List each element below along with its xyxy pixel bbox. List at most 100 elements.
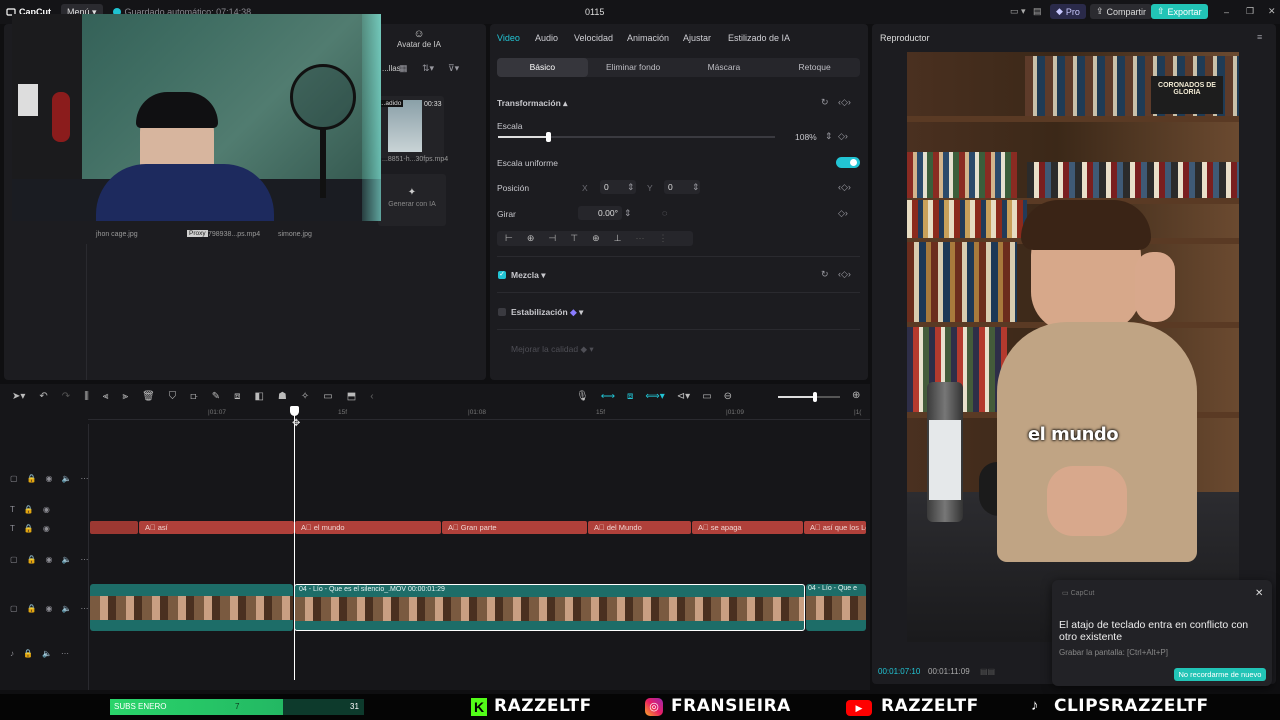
stepper-icon[interactable]: ⇕ (825, 132, 833, 141)
speaker-icon[interactable]: 🔈 (62, 474, 72, 483)
select-tool-icon[interactable]: ➤▾ (12, 391, 25, 402)
stepper-icon[interactable]: ⇕ (627, 183, 635, 192)
redo-icon[interactable]: ↷ (62, 391, 70, 402)
speaker-icon[interactable]: 🔈 (42, 649, 52, 658)
pro-button[interactable]: ◆ Pro (1050, 4, 1086, 19)
timecode-format-icon[interactable]: ▤▤ (980, 667, 995, 676)
zoom-slider-thumb[interactable] (813, 392, 817, 402)
sort-icon[interactable]: ⇅▾ (422, 64, 434, 73)
lock-icon[interactable]: 🔒 (27, 604, 37, 613)
tab-speed[interactable]: Velocidad (574, 33, 613, 43)
link-icon[interactable]: ⟷ (601, 391, 615, 402)
preview-axis-icon[interactable]: ⊲▾ (677, 391, 690, 402)
subtab-basic[interactable]: Básico (497, 58, 588, 77)
subtab-remove-bg[interactable]: Eliminar fondo (588, 58, 679, 77)
more-icon[interactable]: ⋯ (80, 604, 88, 613)
tab-video[interactable]: Video (497, 33, 520, 43)
tab-ai-avatar[interactable]: ☺ Avatar de IA (397, 28, 441, 49)
split-icon[interactable]: ⫼ (84, 391, 89, 402)
caption-clip-prev[interactable] (90, 521, 138, 534)
lock-icon[interactable]: 🔒 (27, 474, 37, 483)
share-button[interactable]: ⇪ Compartir (1090, 4, 1153, 19)
shortcuts-icon[interactable]: ▤ (1027, 4, 1048, 19)
time-ruler[interactable]: |01:07 15f |01:08 15f |01:09 |1( (88, 408, 870, 420)
split-right-icon[interactable]: ⫸ (122, 391, 128, 402)
stepper-icon[interactable]: ⇕ (692, 183, 700, 192)
zoom-out-icon[interactable]: ⊖ (724, 391, 732, 402)
freeze-icon[interactable]: ⧈ (234, 391, 240, 402)
eye-icon[interactable]: ◉ (43, 505, 50, 514)
speaker-icon[interactable]: 🔈 (62, 604, 72, 613)
microphone-icon[interactable]: 🎙 (576, 391, 589, 402)
scale-slider-track[interactable] (498, 132, 775, 142)
player-preview[interactable]: CORONADOS DE GLORIA el mundo (907, 52, 1239, 642)
rotate-input[interactable]: 0.00° (578, 206, 622, 220)
delete-icon[interactable]: 🗑 (142, 391, 155, 402)
menu-icon[interactable]: ≡ (1257, 33, 1262, 42)
snap-icon[interactable]: ⟺▾ (645, 391, 664, 402)
media-tab-caption[interactable]: ...llas (382, 64, 401, 73)
caption-clip[interactable]: A⃞ el mundo (295, 521, 441, 534)
tab-animation[interactable]: Animación (627, 33, 669, 43)
lock-icon[interactable]: 🔒 (24, 524, 34, 533)
align-right-icon[interactable]: ⊣ (548, 233, 556, 244)
zoom-in-icon[interactable]: ⊕ (852, 390, 860, 401)
tab-ai-style[interactable]: Estilizado de IA (728, 33, 790, 43)
eye-icon[interactable]: ◉ (46, 555, 53, 564)
playhead[interactable] (294, 408, 295, 680)
distribute-h-icon[interactable]: ⋯ (635, 233, 644, 244)
marker-icon[interactable]: ⛉ (169, 391, 177, 402)
filter-icon[interactable]: ⊽▾ (448, 64, 459, 73)
blend-section-title[interactable]: Mezcla ▾ (511, 270, 546, 281)
tab-audio[interactable]: Audio (535, 33, 558, 43)
toast-close-icon[interactable]: ✕ (1255, 588, 1263, 599)
keyframe-icon[interactable]: ‹◇› (838, 98, 851, 107)
remove-bg-icon[interactable]: ☗ (278, 391, 287, 402)
more-icon[interactable]: ⋯ (80, 555, 88, 564)
enhance-quality-label[interactable]: Mejorar la calidad ◆ ▾ (511, 344, 594, 355)
maximize-icon[interactable]: ❐ (1240, 4, 1260, 19)
eye-icon[interactable]: ◉ (46, 604, 53, 613)
caption-clip[interactable]: A⃞ así (139, 521, 294, 534)
collapse-toolbar-icon[interactable]: ‹ (370, 391, 373, 402)
close-window-icon[interactable]: ✕ (1262, 4, 1280, 19)
lock-icon[interactable]: 🔒 (27, 555, 37, 564)
speaker-icon[interactable]: 🔈 (62, 555, 72, 564)
keyframe-icon[interactable]: ◇› (838, 209, 848, 218)
magnet-icon[interactable]: ⧈ (627, 391, 633, 402)
eye-icon[interactable]: ◉ (43, 524, 50, 533)
video-clip-selected[interactable]: 04 - Lío - Que es el silencio_.MOV 00:00… (294, 584, 805, 631)
zoom-slider[interactable] (778, 392, 840, 402)
media-item[interactable]: ...adido 00:33 (378, 96, 444, 158)
blend-checkbox[interactable]: ✓ (498, 271, 506, 279)
video-clip-next[interactable]: 04 - Lío - Que e (806, 584, 866, 631)
lock-icon[interactable]: 🔒 (24, 505, 34, 514)
reset-icon[interactable]: ↻ (821, 270, 829, 279)
distribute-v-icon[interactable]: ⋮ (658, 233, 667, 244)
align-center-v-icon[interactable]: ⊕ (592, 233, 600, 244)
minimize-icon[interactable]: – (1218, 4, 1235, 19)
split-left-icon[interactable]: ⫷ (103, 391, 109, 402)
scale-slider-thumb[interactable] (545, 132, 551, 142)
lock-icon[interactable]: 🔒 (23, 649, 33, 658)
reset-icon[interactable]: ↻ (821, 98, 829, 107)
draw-icon[interactable]: ✎ (212, 391, 220, 402)
caption-icon[interactable]: ▭ (323, 391, 332, 402)
transform-section-title[interactable]: Transformación ▴ (497, 98, 567, 109)
subtab-mask[interactable]: Máscara (679, 58, 770, 77)
stepper-icon[interactable]: ⇕ (624, 209, 632, 218)
export-frame-icon[interactable]: ⬒ (347, 391, 356, 402)
caption-clip[interactable]: A⃞ así que los Lec (804, 521, 866, 534)
align-center-h-icon[interactable]: ⊕ (527, 233, 535, 244)
subtab-retouch[interactable]: Retoque (769, 58, 860, 77)
dont-remind-button[interactable]: No recordarme de nuevo (1174, 668, 1266, 681)
tab-adjust[interactable]: Ajustar (683, 33, 711, 43)
grid-view-icon[interactable]: ▦ (399, 64, 408, 73)
scale-value[interactable]: 108% (795, 132, 817, 142)
caption-clip[interactable]: A⃞ se apaga (692, 521, 803, 534)
align-top-icon[interactable]: ⊤ (570, 233, 578, 244)
fit-icon[interactable]: ▭ (702, 391, 711, 402)
keyframe-icon[interactable]: ‹◇› (838, 183, 851, 192)
keyframe-icon[interactable]: ◇› (838, 132, 848, 141)
keyframe-icon[interactable]: ‹◇› (838, 270, 851, 279)
